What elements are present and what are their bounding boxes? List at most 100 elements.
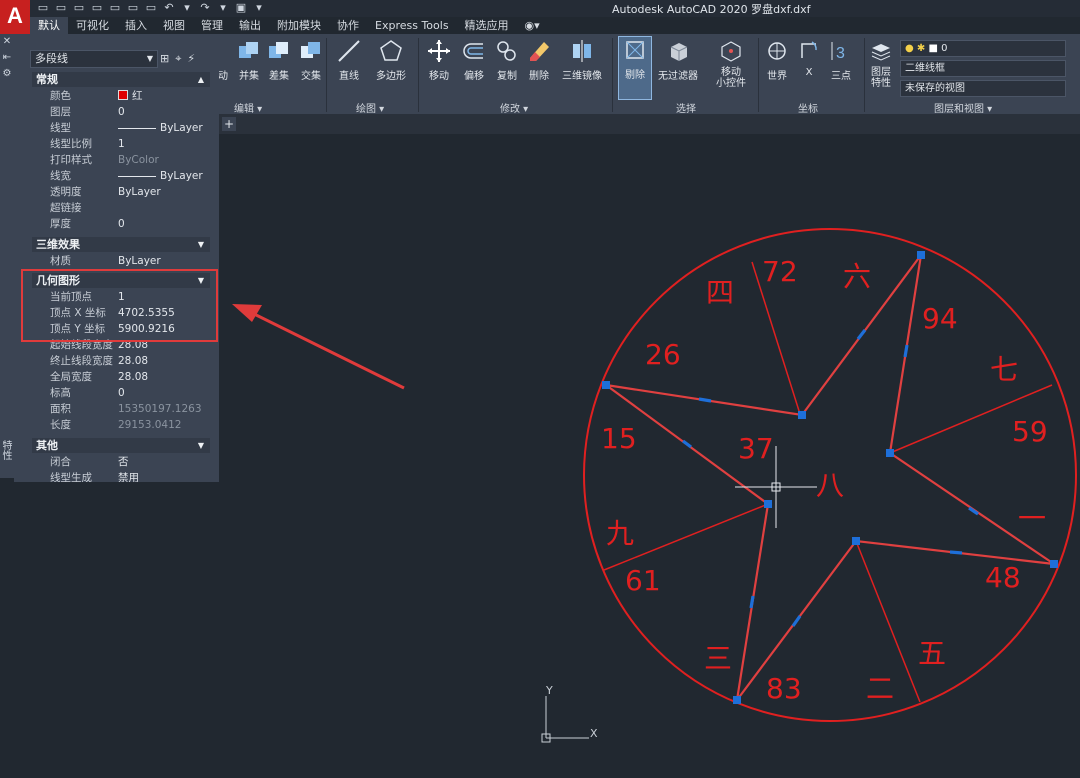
save-web-icon[interactable]: ▭ — [126, 1, 140, 14]
tab-featured-apps[interactable]: 精选应用 — [457, 17, 517, 34]
three-point-ucs-button[interactable]: 3 三点 — [828, 38, 854, 82]
auto-hide-icon[interactable]: ⇤ — [0, 50, 14, 66]
x-ucs-button[interactable]: X — [796, 38, 822, 78]
select-objects-icon[interactable]: ⌖ — [175, 52, 181, 66]
property-value[interactable]: ByLayer — [118, 253, 204, 269]
property-row[interactable]: 颜色 红 — [32, 88, 206, 104]
undo-icon[interactable]: ↶ — [162, 1, 176, 14]
view-combo[interactable]: 未保存的视图 — [900, 80, 1066, 97]
subtract-button[interactable]: 差集 — [266, 38, 292, 82]
move-button[interactable]: 移动 — [426, 38, 452, 82]
tab-extra-toggle[interactable]: ◉▾ — [517, 17, 548, 34]
property-row[interactable]: 线型 ByLayer — [32, 120, 206, 136]
tab-view[interactable]: 视图 — [155, 17, 193, 34]
undo-dropdown-icon[interactable]: ▾ — [180, 1, 194, 14]
redo-icon[interactable]: ↷ — [198, 1, 212, 14]
property-value[interactable]: ByLayer — [118, 184, 204, 200]
panel-draw-label[interactable]: 绘图 ▾ — [356, 100, 384, 115]
property-value[interactable]: 29153.0412 — [118, 417, 204, 433]
property-row[interactable]: 闭合 否 — [32, 454, 206, 470]
close-icon[interactable]: ✕ — [0, 34, 14, 50]
tab-collaborate[interactable]: 协作 — [329, 17, 367, 34]
tab-express-tools[interactable]: Express Tools — [367, 17, 457, 34]
line-button[interactable]: 直线 — [336, 38, 362, 82]
layer-properties-button[interactable]: 图层 特性 — [868, 38, 894, 89]
section-general[interactable]: 常规 ▲ — [32, 72, 210, 87]
intersect-button[interactable]: 交集 — [298, 38, 324, 82]
save-as-icon[interactable]: ▭ — [90, 1, 104, 14]
property-value[interactable]: 禁用 — [118, 470, 204, 482]
property-value[interactable]: 红 — [118, 88, 204, 104]
copy-button[interactable]: 复制 — [494, 38, 520, 82]
property-row[interactable]: 超链接 — [32, 200, 206, 216]
property-row[interactable]: 标高 0 — [32, 385, 206, 401]
grip-square[interactable] — [602, 381, 610, 389]
tab-output[interactable]: 输出 — [231, 17, 269, 34]
workspace-icon[interactable]: ▣ — [234, 1, 248, 14]
property-row[interactable]: 面积 15350197.1263 — [32, 401, 206, 417]
union-button[interactable]: 并集 — [236, 38, 262, 82]
property-row[interactable]: 终止线段宽度 28.08 — [32, 353, 206, 369]
property-row[interactable]: 线型比例 1 — [32, 136, 206, 152]
panel-edit-label[interactable]: 编辑 ▾ — [234, 100, 262, 115]
section-misc[interactable]: 其他 ▼ — [32, 438, 210, 453]
toggle-pickadd-icon[interactable]: ⊞ — [160, 52, 169, 66]
property-row[interactable]: 线宽 ByLayer — [32, 168, 206, 184]
world-ucs-button[interactable]: 世界 — [764, 38, 790, 82]
plot-icon[interactable]: ▭ — [144, 1, 158, 14]
tab-default[interactable]: 默认 — [30, 17, 68, 34]
panel-modify-label[interactable]: 修改 ▾ — [500, 100, 528, 115]
property-value[interactable]: 28.08 — [118, 353, 204, 369]
erase-button[interactable]: 删除 — [526, 38, 552, 82]
tab-manage[interactable]: 管理 — [193, 17, 231, 34]
no-filter-button[interactable]: 无过滤器 — [658, 38, 698, 82]
offset-button[interactable]: 偏移 — [461, 38, 487, 82]
property-value[interactable]: 0 — [118, 216, 204, 232]
property-value[interactable]: 否 — [118, 454, 204, 470]
property-row[interactable]: 打印样式 ByColor — [32, 152, 206, 168]
grip-square[interactable] — [733, 696, 741, 704]
cull-button[interactable]: 剔除 — [618, 36, 652, 100]
property-row[interactable]: 材质 ByLayer — [32, 253, 206, 269]
property-value[interactable]: 15350197.1263 — [118, 401, 204, 417]
property-value[interactable]: 28.08 — [118, 369, 204, 385]
tab-addins[interactable]: 附加模块 — [269, 17, 329, 34]
application-menu-button[interactable]: A — [0, 0, 30, 34]
property-value[interactable]: 0 — [118, 385, 204, 401]
grip-square[interactable] — [852, 537, 860, 545]
grip-square[interactable] — [917, 251, 925, 259]
panel-layers-view-label[interactable]: 图层和视图 ▾ — [934, 100, 992, 115]
customize-qat-icon[interactable]: ▾ — [252, 1, 266, 14]
quick-select-icon[interactable]: ⚡ — [187, 52, 195, 66]
property-value[interactable]: 0 — [118, 104, 204, 120]
property-row[interactable]: 厚度 0 — [32, 216, 206, 232]
property-row[interactable]: 透明度 ByLayer — [32, 184, 206, 200]
grip-square[interactable] — [1050, 560, 1058, 568]
tab-insert[interactable]: 插入 — [117, 17, 155, 34]
object-type-select[interactable]: 多段线 ▼ — [30, 50, 158, 68]
property-row[interactable]: 全局宽度 28.08 — [32, 369, 206, 385]
move-partial-button[interactable]: 动 — [218, 38, 228, 82]
property-value[interactable]: ByColor — [118, 152, 204, 168]
redo-dropdown-icon[interactable]: ▾ — [216, 1, 230, 14]
new-file-icon[interactable]: ▭ — [36, 1, 50, 14]
tab-visualize[interactable]: 可视化 — [68, 17, 117, 34]
property-row[interactable]: 长度 29153.0412 — [32, 417, 206, 433]
property-row[interactable]: 线型生成 禁用 — [32, 470, 206, 482]
move-gizmo-button[interactable]: 移动 小控件 — [716, 38, 746, 89]
property-value[interactable]: 1 — [118, 136, 204, 152]
mirror3d-button[interactable]: 三维镜像 — [562, 38, 602, 82]
visual-style-combo[interactable]: 二维线框 — [900, 60, 1066, 77]
layer-combo[interactable]: ● ✱ ■ 0 — [900, 40, 1066, 57]
palette-settings-icon[interactable]: ⚙ — [0, 66, 14, 82]
grip-square[interactable] — [886, 449, 894, 457]
grip-square[interactable] — [798, 411, 806, 419]
property-row[interactable]: 图层 0 — [32, 104, 206, 120]
section-3d-effects[interactable]: 三维效果 ▼ — [32, 237, 210, 252]
property-value[interactable]: ByLayer — [118, 120, 204, 136]
new-drawing-tab-button[interactable]: + — [222, 117, 236, 131]
polygon-button[interactable]: 多边形 — [376, 38, 406, 82]
grip-square[interactable] — [764, 500, 772, 508]
property-value[interactable]: ByLayer — [118, 168, 204, 184]
open-web-icon[interactable]: ▭ — [108, 1, 122, 14]
